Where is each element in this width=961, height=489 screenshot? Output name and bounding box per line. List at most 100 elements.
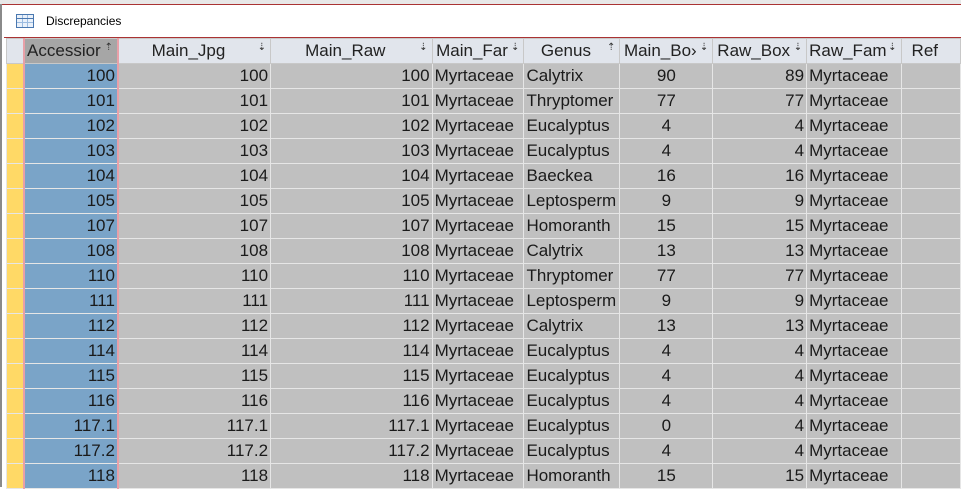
cell-raw-box[interactable]: 4 [712,338,808,364]
cell-ref[interactable] [900,363,961,389]
cell-main-jpg[interactable]: 105 [117,188,272,214]
select-all-button[interactable] [6,38,25,64]
column-header-raw-box[interactable]: Raw_Box ⇣ [712,38,808,64]
cell-main-raw[interactable]: 115 [270,363,433,389]
cell-raw-box[interactable]: 77 [712,263,808,289]
cell-raw-box[interactable]: 9 [712,288,808,314]
cell-ref[interactable] [900,113,961,139]
cell-raw-box[interactable]: 4 [712,438,808,464]
cell-accessior[interactable]: 107 [23,213,119,239]
cell-genus[interactable]: Baeckea [523,163,621,189]
cell-main-raw[interactable]: 108 [270,238,433,264]
cell-main-bo-[interactable]: 77 [619,263,714,289]
cell-main-jpg[interactable]: 111 [117,288,272,314]
sort-filter-icon[interactable]: ⇣ [419,42,427,53]
cell-raw-fam[interactable]: Myrtaceae [806,338,902,364]
cell-main-far[interactable]: Myrtaceae [431,338,525,364]
cell-raw-box[interactable]: 9 [712,188,808,214]
column-header-raw-fam[interactable]: Raw_Fam ⇣ [806,38,902,64]
cell-ref[interactable] [900,438,961,464]
cell-main-bo-[interactable]: 4 [619,113,714,139]
record-selector[interactable] [6,88,25,114]
cell-main-far[interactable]: Myrtaceae [431,138,525,164]
cell-raw-box[interactable]: 15 [712,463,808,489]
cell-raw-fam[interactable]: Myrtaceae [806,163,902,189]
record-selector[interactable] [6,213,25,239]
cell-main-raw[interactable]: 101 [270,88,433,114]
datasheet-tab[interactable]: Discrepancies [4,5,961,38]
cell-main-jpg[interactable]: 108 [117,238,272,264]
column-header-ref[interactable]: Ref [900,38,961,64]
record-selector[interactable] [6,238,25,264]
cell-genus[interactable]: Homoranth [523,213,621,239]
cell-accessior[interactable]: 114 [23,338,119,364]
cell-main-far[interactable]: Myrtaceae [431,88,525,114]
cell-raw-box[interactable]: 15 [712,213,808,239]
cell-accessior[interactable]: 112 [23,313,119,339]
cell-main-bo-[interactable]: 13 [619,238,714,264]
sort-filter-icon[interactable]: ⇣ [511,42,519,53]
cell-accessior[interactable]: 118 [23,463,119,489]
cell-genus[interactable]: Eucalyptus [523,138,621,164]
cell-ref[interactable] [900,413,961,439]
cell-raw-fam[interactable]: Myrtaceae [806,263,902,289]
sort-filter-icon[interactable]: ⇣ [888,42,896,53]
cell-raw-fam[interactable]: Myrtaceae [806,388,902,414]
cell-ref[interactable] [900,388,961,414]
cell-raw-fam[interactable]: Myrtaceae [806,288,902,314]
record-selector[interactable] [6,188,25,214]
cell-raw-fam[interactable]: Myrtaceae [806,88,902,114]
cell-raw-fam[interactable]: Myrtaceae [806,363,902,389]
cell-main-far[interactable]: Myrtaceae [431,213,525,239]
cell-accessior[interactable]: 117.1 [23,413,119,439]
cell-accessior[interactable]: 110 [23,263,119,289]
cell-ref[interactable] [900,263,961,289]
record-selector[interactable] [6,263,25,289]
cell-genus[interactable]: Leptosperm [523,188,621,214]
cell-main-bo-[interactable]: 90 [619,63,714,89]
cell-accessior[interactable]: 102 [23,113,119,139]
cell-raw-fam[interactable]: Myrtaceae [806,313,902,339]
record-selector[interactable] [6,138,25,164]
column-header-main-bo-[interactable]: Main_Bo› ⇣ [619,38,714,64]
cell-genus[interactable]: Calytrix [523,238,621,264]
record-selector[interactable] [6,63,25,89]
cell-ref[interactable] [900,188,961,214]
cell-main-far[interactable]: Myrtaceae [431,288,525,314]
cell-genus[interactable]: Leptosperm [523,288,621,314]
cell-main-raw[interactable]: 117.2 [270,438,433,464]
cell-raw-fam[interactable]: Myrtaceae [806,113,902,139]
cell-raw-fam[interactable]: Myrtaceae [806,188,902,214]
cell-genus[interactable]: Homoranth [523,463,621,489]
cell-main-jpg[interactable]: 100 [117,63,272,89]
cell-raw-box[interactable]: 4 [712,138,808,164]
sort-filter-icon[interactable]: ⇡ [105,42,113,53]
cell-ref[interactable] [900,313,961,339]
column-header-accessior[interactable]: Accessior ⇡ [23,38,119,64]
cell-main-bo-[interactable]: 9 [619,188,714,214]
cell-main-raw[interactable]: 118 [270,463,433,489]
cell-main-raw[interactable]: 104 [270,163,433,189]
cell-raw-box[interactable]: 16 [712,163,808,189]
cell-ref[interactable] [900,463,961,489]
cell-main-bo-[interactable]: 4 [619,338,714,364]
cell-main-bo-[interactable]: 16 [619,163,714,189]
cell-ref[interactable] [900,288,961,314]
record-selector[interactable] [6,388,25,414]
cell-ref[interactable] [900,63,961,89]
cell-main-raw[interactable]: 110 [270,263,433,289]
cell-main-jpg[interactable]: 118 [117,463,272,489]
cell-accessior[interactable]: 105 [23,188,119,214]
cell-raw-fam[interactable]: Myrtaceae [806,238,902,264]
cell-main-bo-[interactable]: 13 [619,313,714,339]
cell-main-bo-[interactable]: 4 [619,363,714,389]
cell-main-jpg[interactable]: 116 [117,388,272,414]
cell-raw-box[interactable]: 13 [712,313,808,339]
record-selector[interactable] [6,338,25,364]
cell-ref[interactable] [900,338,961,364]
cell-main-far[interactable]: Myrtaceae [431,363,525,389]
record-selector[interactable] [6,438,25,464]
cell-raw-box[interactable]: 89 [712,63,808,89]
cell-accessior[interactable]: 117.2 [23,438,119,464]
cell-genus[interactable]: Eucalyptus [523,388,621,414]
